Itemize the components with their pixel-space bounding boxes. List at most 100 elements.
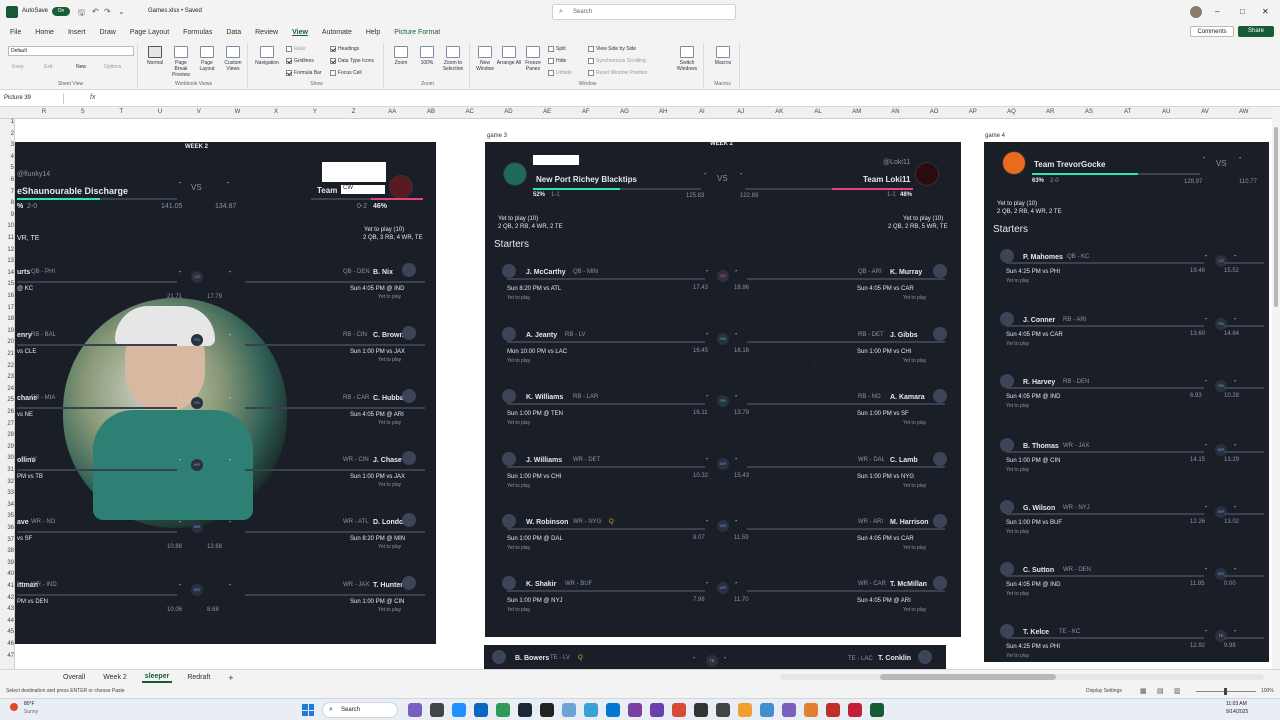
app-icon-5[interactable] (848, 703, 862, 717)
focus-cell-checkbox[interactable]: Focus Cell (330, 70, 362, 76)
row-header[interactable]: 39 (0, 560, 14, 566)
minimize-button[interactable]: – (1215, 7, 1219, 16)
app-icon-4[interactable] (826, 703, 840, 717)
column-header[interactable]: AN (885, 109, 905, 115)
app-icon-2[interactable] (782, 703, 796, 717)
menu-picture-format[interactable]: Picture Format (394, 29, 440, 36)
menu-home[interactable]: Home (35, 29, 54, 36)
row-header[interactable]: 15 (0, 281, 14, 287)
navigation-button[interactable]: Navigation (252, 46, 282, 66)
macros-button[interactable]: Macros (710, 46, 736, 66)
windows-start-icon[interactable] (302, 704, 314, 716)
row-header[interactable]: 12 (0, 247, 14, 253)
hide-button[interactable]: Hide (548, 58, 566, 64)
menu-view[interactable]: View (292, 29, 308, 36)
center-matchup-panel[interactable]: WEEK 2 New Port Richey Blacktips @Loki11… (485, 141, 961, 637)
row-header[interactable]: 19 (0, 328, 14, 334)
column-header[interactable]: R (34, 109, 54, 115)
calculator-icon[interactable] (716, 703, 730, 717)
task-view-icon[interactable] (430, 703, 444, 717)
fx-icon[interactable]: fx (90, 94, 95, 101)
row-header[interactable]: 11 (0, 235, 14, 241)
column-header[interactable]: Y (305, 109, 325, 115)
arrange-all-button[interactable]: Arrange All (496, 46, 522, 66)
zoom-slider-thumb[interactable] (1224, 688, 1227, 695)
row-header[interactable]: 21 (0, 351, 14, 357)
row-header[interactable]: 36 (0, 525, 14, 531)
zoom-slider[interactable] (1196, 688, 1256, 695)
row-header[interactable]: 41 (0, 583, 14, 589)
headings-checkbox[interactable]: Headings (330, 46, 359, 52)
maximize-button[interactable]: □ (1240, 7, 1245, 16)
exit-button[interactable]: Exit (44, 64, 52, 70)
app-icon-1[interactable] (760, 703, 774, 717)
clock-time[interactable]: 11:03 AM (1226, 701, 1247, 707)
search-box[interactable]: ⌕ Search (552, 4, 736, 20)
menu-help[interactable]: Help (366, 29, 380, 36)
row-header[interactable]: 31 (0, 467, 14, 473)
undo-icon[interactable]: ↶ (92, 7, 99, 16)
photos-icon[interactable] (584, 703, 598, 717)
menu-formulas[interactable]: Formulas (183, 29, 212, 36)
row-header[interactable]: 4 (0, 154, 14, 160)
switch-windows-button[interactable]: Switch Windows (672, 46, 702, 72)
excel-taskbar-icon[interactable] (870, 703, 884, 717)
customize-qat-icon[interactable]: ⌄ (118, 7, 125, 16)
row-header[interactable]: 8 (0, 200, 14, 206)
options-button[interactable]: Options (104, 64, 121, 70)
row-header[interactable]: 2 (0, 131, 14, 137)
vertical-scroll-thumb[interactable] (1274, 127, 1278, 307)
obs-icon[interactable] (628, 703, 642, 717)
column-header[interactable]: AP (963, 109, 983, 115)
split-button[interactable]: Split (548, 46, 566, 52)
center-bottom-row[interactable]: B. Bowers TE - LV Q TE - - TE - LAC T. C… (484, 645, 946, 669)
column-header[interactable]: AM (847, 109, 867, 115)
avatar[interactable] (1190, 6, 1202, 18)
row-header[interactable]: 27 (0, 421, 14, 427)
column-header[interactable]: AG (615, 109, 635, 115)
row-header[interactable]: 9 (0, 212, 14, 218)
column-header[interactable]: AT (1118, 109, 1138, 115)
zoom-level[interactable]: 100% (1261, 688, 1274, 694)
row-header[interactable]: 43 (0, 606, 14, 612)
sheet-tab-redraft[interactable]: Redraft (184, 673, 213, 682)
column-header[interactable]: Z (344, 109, 364, 115)
row-header[interactable]: 10 (0, 223, 14, 229)
comments-button[interactable]: Comments (1190, 26, 1234, 37)
close-button[interactable]: ✕ (1262, 7, 1269, 16)
weather-icon[interactable] (10, 703, 18, 711)
display-settings-button[interactable]: Display Settings (1086, 688, 1122, 694)
ruler-checkbox[interactable]: Ruler (286, 46, 306, 52)
column-header[interactable]: AL (808, 109, 828, 115)
row-header[interactable]: 7 (0, 189, 14, 195)
column-header[interactable]: X (266, 109, 286, 115)
column-header[interactable]: AS (1079, 109, 1099, 115)
right-matchup-panel[interactable]: Team TrevorGocke VS - - 63% 2-0 128.97 1… (984, 142, 1269, 662)
column-header[interactable]: AJ (731, 109, 751, 115)
name-box[interactable]: Picture 39 (4, 93, 64, 104)
reset-pos-button[interactable]: Reset Window Position (588, 70, 647, 76)
sheet-tab-sleeper[interactable]: sleeper (141, 672, 173, 683)
column-header[interactable]: AK (769, 109, 789, 115)
github-icon[interactable] (540, 703, 554, 717)
menu-data[interactable]: Data (226, 29, 241, 36)
row-header[interactable]: 32 (0, 479, 14, 485)
side-by-side-button[interactable]: View Side by Side (588, 46, 636, 52)
row-header[interactable]: 18 (0, 316, 14, 322)
column-header[interactable]: U (150, 109, 170, 115)
row-header[interactable]: 30 (0, 455, 14, 461)
formula-bar-checkbox[interactable]: Formula Bar (286, 70, 322, 76)
row-header[interactable]: 28 (0, 432, 14, 438)
row-header[interactable]: 45 (0, 629, 14, 635)
zoom-button[interactable]: Zoom (388, 46, 414, 66)
column-header[interactable]: AQ (1002, 109, 1022, 115)
sheet-tab-overall[interactable]: Overall (60, 673, 88, 682)
terminal-icon[interactable] (694, 703, 708, 717)
row-header[interactable]: 23 (0, 374, 14, 380)
row-header[interactable]: 44 (0, 618, 14, 624)
new-window-button[interactable]: New Window (472, 46, 498, 72)
vscode-icon[interactable] (606, 703, 620, 717)
add-sheet-button[interactable]: + (225, 672, 236, 684)
clock-date[interactable]: 9/14/2025 (1226, 709, 1248, 715)
menu-page-layout[interactable]: Page Layout (130, 29, 169, 36)
